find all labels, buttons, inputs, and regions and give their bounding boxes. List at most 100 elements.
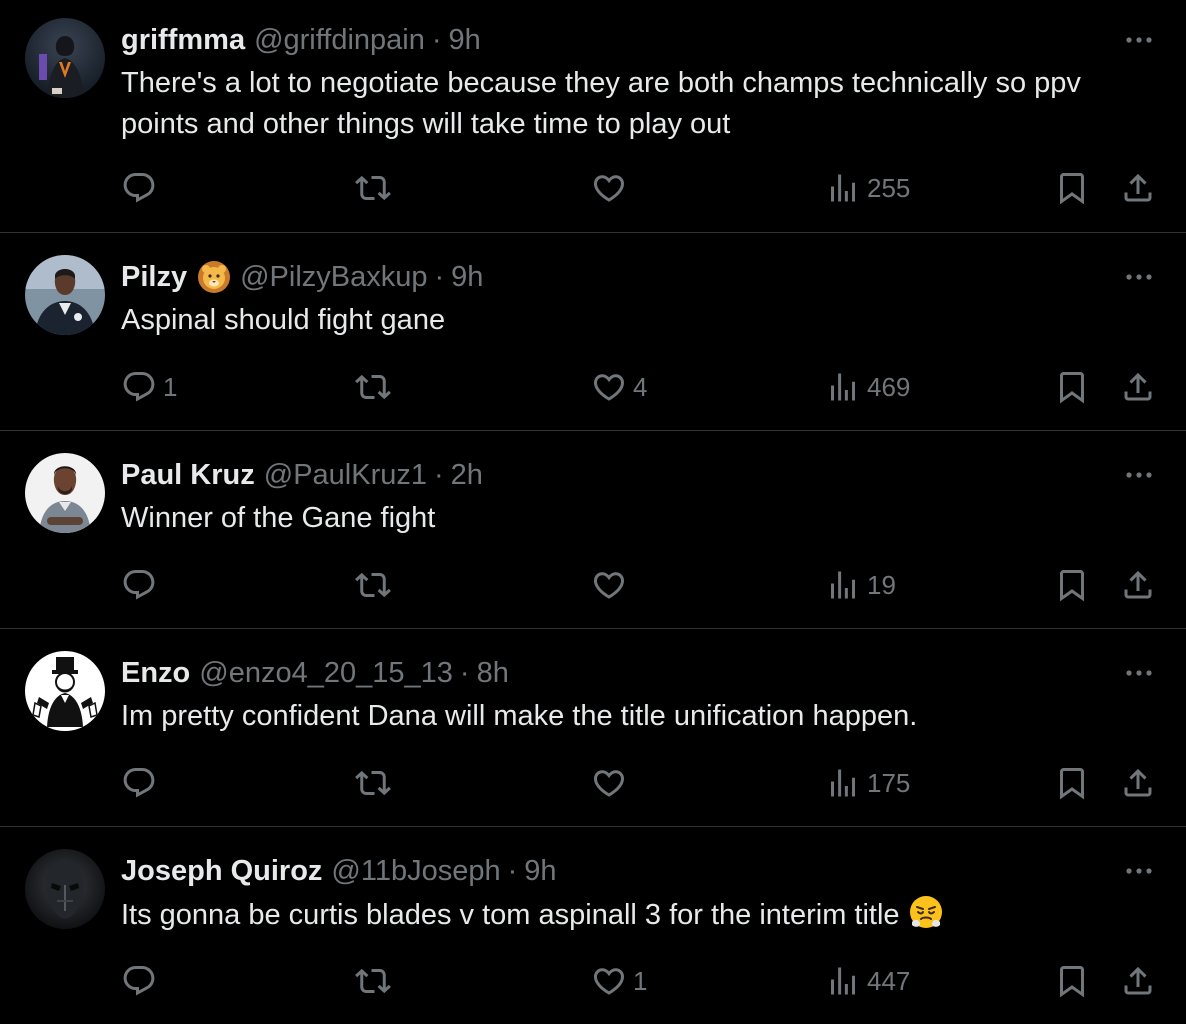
share-icon	[1120, 963, 1156, 999]
display-name[interactable]: Paul Kruz	[121, 455, 255, 495]
reply-tweet[interactable]: Pilzy @PilzyBaxkup · 9h Aspinal should f…	[0, 233, 1186, 431]
reply-button[interactable]: 1	[121, 367, 177, 407]
avatar[interactable]	[25, 453, 105, 533]
more-options-icon[interactable]	[1122, 859, 1156, 883]
share-button[interactable]	[1120, 763, 1156, 803]
reply-icon	[121, 765, 157, 801]
heart-icon	[591, 963, 627, 999]
views-chart-icon	[825, 567, 861, 603]
action-bar: 1 4 469	[121, 367, 1156, 407]
share-icon	[1120, 567, 1156, 603]
heart-icon	[591, 765, 627, 801]
tweet-text-container: Its gonna be curtis blades v tom aspinal…	[121, 894, 1156, 936]
user-handle[interactable]: @11bJoseph	[331, 851, 500, 891]
retweet-icon	[355, 369, 391, 405]
reply-button[interactable]	[121, 961, 163, 1001]
avatar[interactable]	[25, 255, 105, 335]
timestamp[interactable]: 8h	[477, 653, 509, 693]
tweet-text: Its gonna be curtis blades v tom aspinal…	[121, 899, 900, 931]
reply-count: 1	[163, 371, 178, 402]
display-name[interactable]: Enzo	[121, 653, 190, 693]
user-handle[interactable]: @griffdinpain	[254, 20, 425, 60]
bookmark-button[interactable]	[1054, 961, 1090, 1001]
view-count: 19	[867, 569, 896, 600]
like-button[interactable]: 1	[591, 961, 647, 1001]
avatar-masked-face-icon	[25, 849, 105, 929]
more-options-icon[interactable]	[1122, 28, 1156, 52]
retweet-button[interactable]	[355, 367, 397, 407]
bookmark-button[interactable]	[1054, 565, 1090, 605]
reply-tweet[interactable]: Joseph Quiroz @11bJoseph · 9h Its gonna …	[0, 827, 1186, 1024]
user-handle[interactable]: @PaulKruz1	[264, 455, 427, 495]
like-button[interactable]: 4	[591, 367, 647, 407]
bookmark-button[interactable]	[1054, 763, 1090, 803]
share-button[interactable]	[1120, 961, 1156, 1001]
views-button[interactable]: 175	[825, 763, 910, 803]
like-button[interactable]	[591, 565, 633, 605]
avatar-monopoly-man-icon	[25, 651, 105, 731]
view-count: 447	[867, 965, 911, 996]
display-name[interactable]: griffmma	[121, 20, 245, 60]
reply-icon	[121, 567, 157, 603]
reply-button[interactable]	[121, 763, 163, 803]
tweet-text: There's a lot to negotiate because they …	[121, 67, 1081, 140]
timestamp[interactable]: 9h	[449, 20, 481, 60]
share-button[interactable]	[1120, 168, 1156, 208]
timestamp[interactable]: 2h	[451, 455, 483, 495]
display-name[interactable]: Pilzy	[121, 257, 187, 297]
user-handle[interactable]: @enzo4_20_15_13	[199, 653, 453, 693]
steaming-face-emoji-icon	[909, 896, 942, 928]
views-button[interactable]: 447	[825, 961, 910, 1001]
avatar[interactable]	[25, 849, 105, 929]
views-button[interactable]: 255	[825, 168, 910, 208]
reply-button[interactable]	[121, 565, 163, 605]
bookmark-icon	[1054, 567, 1090, 603]
retweet-button[interactable]	[355, 168, 397, 208]
display-name[interactable]: Joseph Quiroz	[121, 851, 322, 891]
views-chart-icon	[825, 765, 861, 801]
views-chart-icon	[825, 369, 861, 405]
separator-dot: ·	[431, 24, 442, 56]
reply-icon	[121, 963, 157, 999]
like-count: 4	[633, 371, 648, 402]
view-count: 175	[867, 767, 911, 798]
bookmark-icon	[1054, 369, 1090, 405]
share-button[interactable]	[1120, 367, 1156, 407]
more-options-icon[interactable]	[1122, 463, 1156, 487]
like-button[interactable]	[591, 763, 633, 803]
reply-button[interactable]	[121, 168, 163, 208]
reply-icon	[121, 170, 157, 206]
timestamp[interactable]: 9h	[451, 257, 483, 297]
more-options-icon[interactable]	[1122, 265, 1156, 289]
bookmark-icon	[1054, 765, 1090, 801]
avatar[interactable]	[25, 18, 105, 98]
tweet-text: Aspinal should fight gane	[121, 304, 446, 336]
bookmark-button[interactable]	[1054, 168, 1090, 208]
views-button[interactable]: 19	[825, 565, 896, 605]
user-handle[interactable]: @PilzyBaxkup	[240, 257, 427, 297]
reply-tweet[interactable]: Paul Kruz @PaulKruz1 · 2h Winner of the …	[0, 431, 1186, 629]
bookmark-icon	[1054, 963, 1090, 999]
retweet-button[interactable]	[355, 763, 397, 803]
like-button[interactable]	[591, 168, 633, 208]
timestamp[interactable]: 9h	[524, 851, 556, 891]
action-bar: 19	[121, 565, 1156, 605]
tweet-text: Im pretty confident Dana will make the t…	[121, 700, 918, 732]
avatar[interactable]	[25, 651, 105, 731]
bookmark-button[interactable]	[1054, 367, 1090, 407]
retweet-icon	[355, 567, 391, 603]
retweet-button[interactable]	[355, 961, 397, 1001]
separator-dot: ·	[434, 459, 444, 491]
share-button[interactable]	[1120, 565, 1156, 605]
separator-dot: ·	[434, 261, 445, 293]
avatar-dark-figure-icon	[25, 18, 105, 98]
views-chart-icon	[825, 963, 861, 999]
share-icon	[1120, 170, 1156, 206]
reply-tweet[interactable]: Enzo @enzo4_20_15_13 · 8h Im pretty conf…	[0, 629, 1186, 827]
more-options-icon[interactable]	[1122, 661, 1156, 685]
views-button[interactable]: 469	[825, 367, 910, 407]
retweet-button[interactable]	[355, 565, 397, 605]
heart-icon	[591, 567, 627, 603]
retweet-icon	[355, 963, 391, 999]
reply-tweet[interactable]: griffmma @griffdinpain · 9h There's a lo…	[0, 0, 1186, 233]
